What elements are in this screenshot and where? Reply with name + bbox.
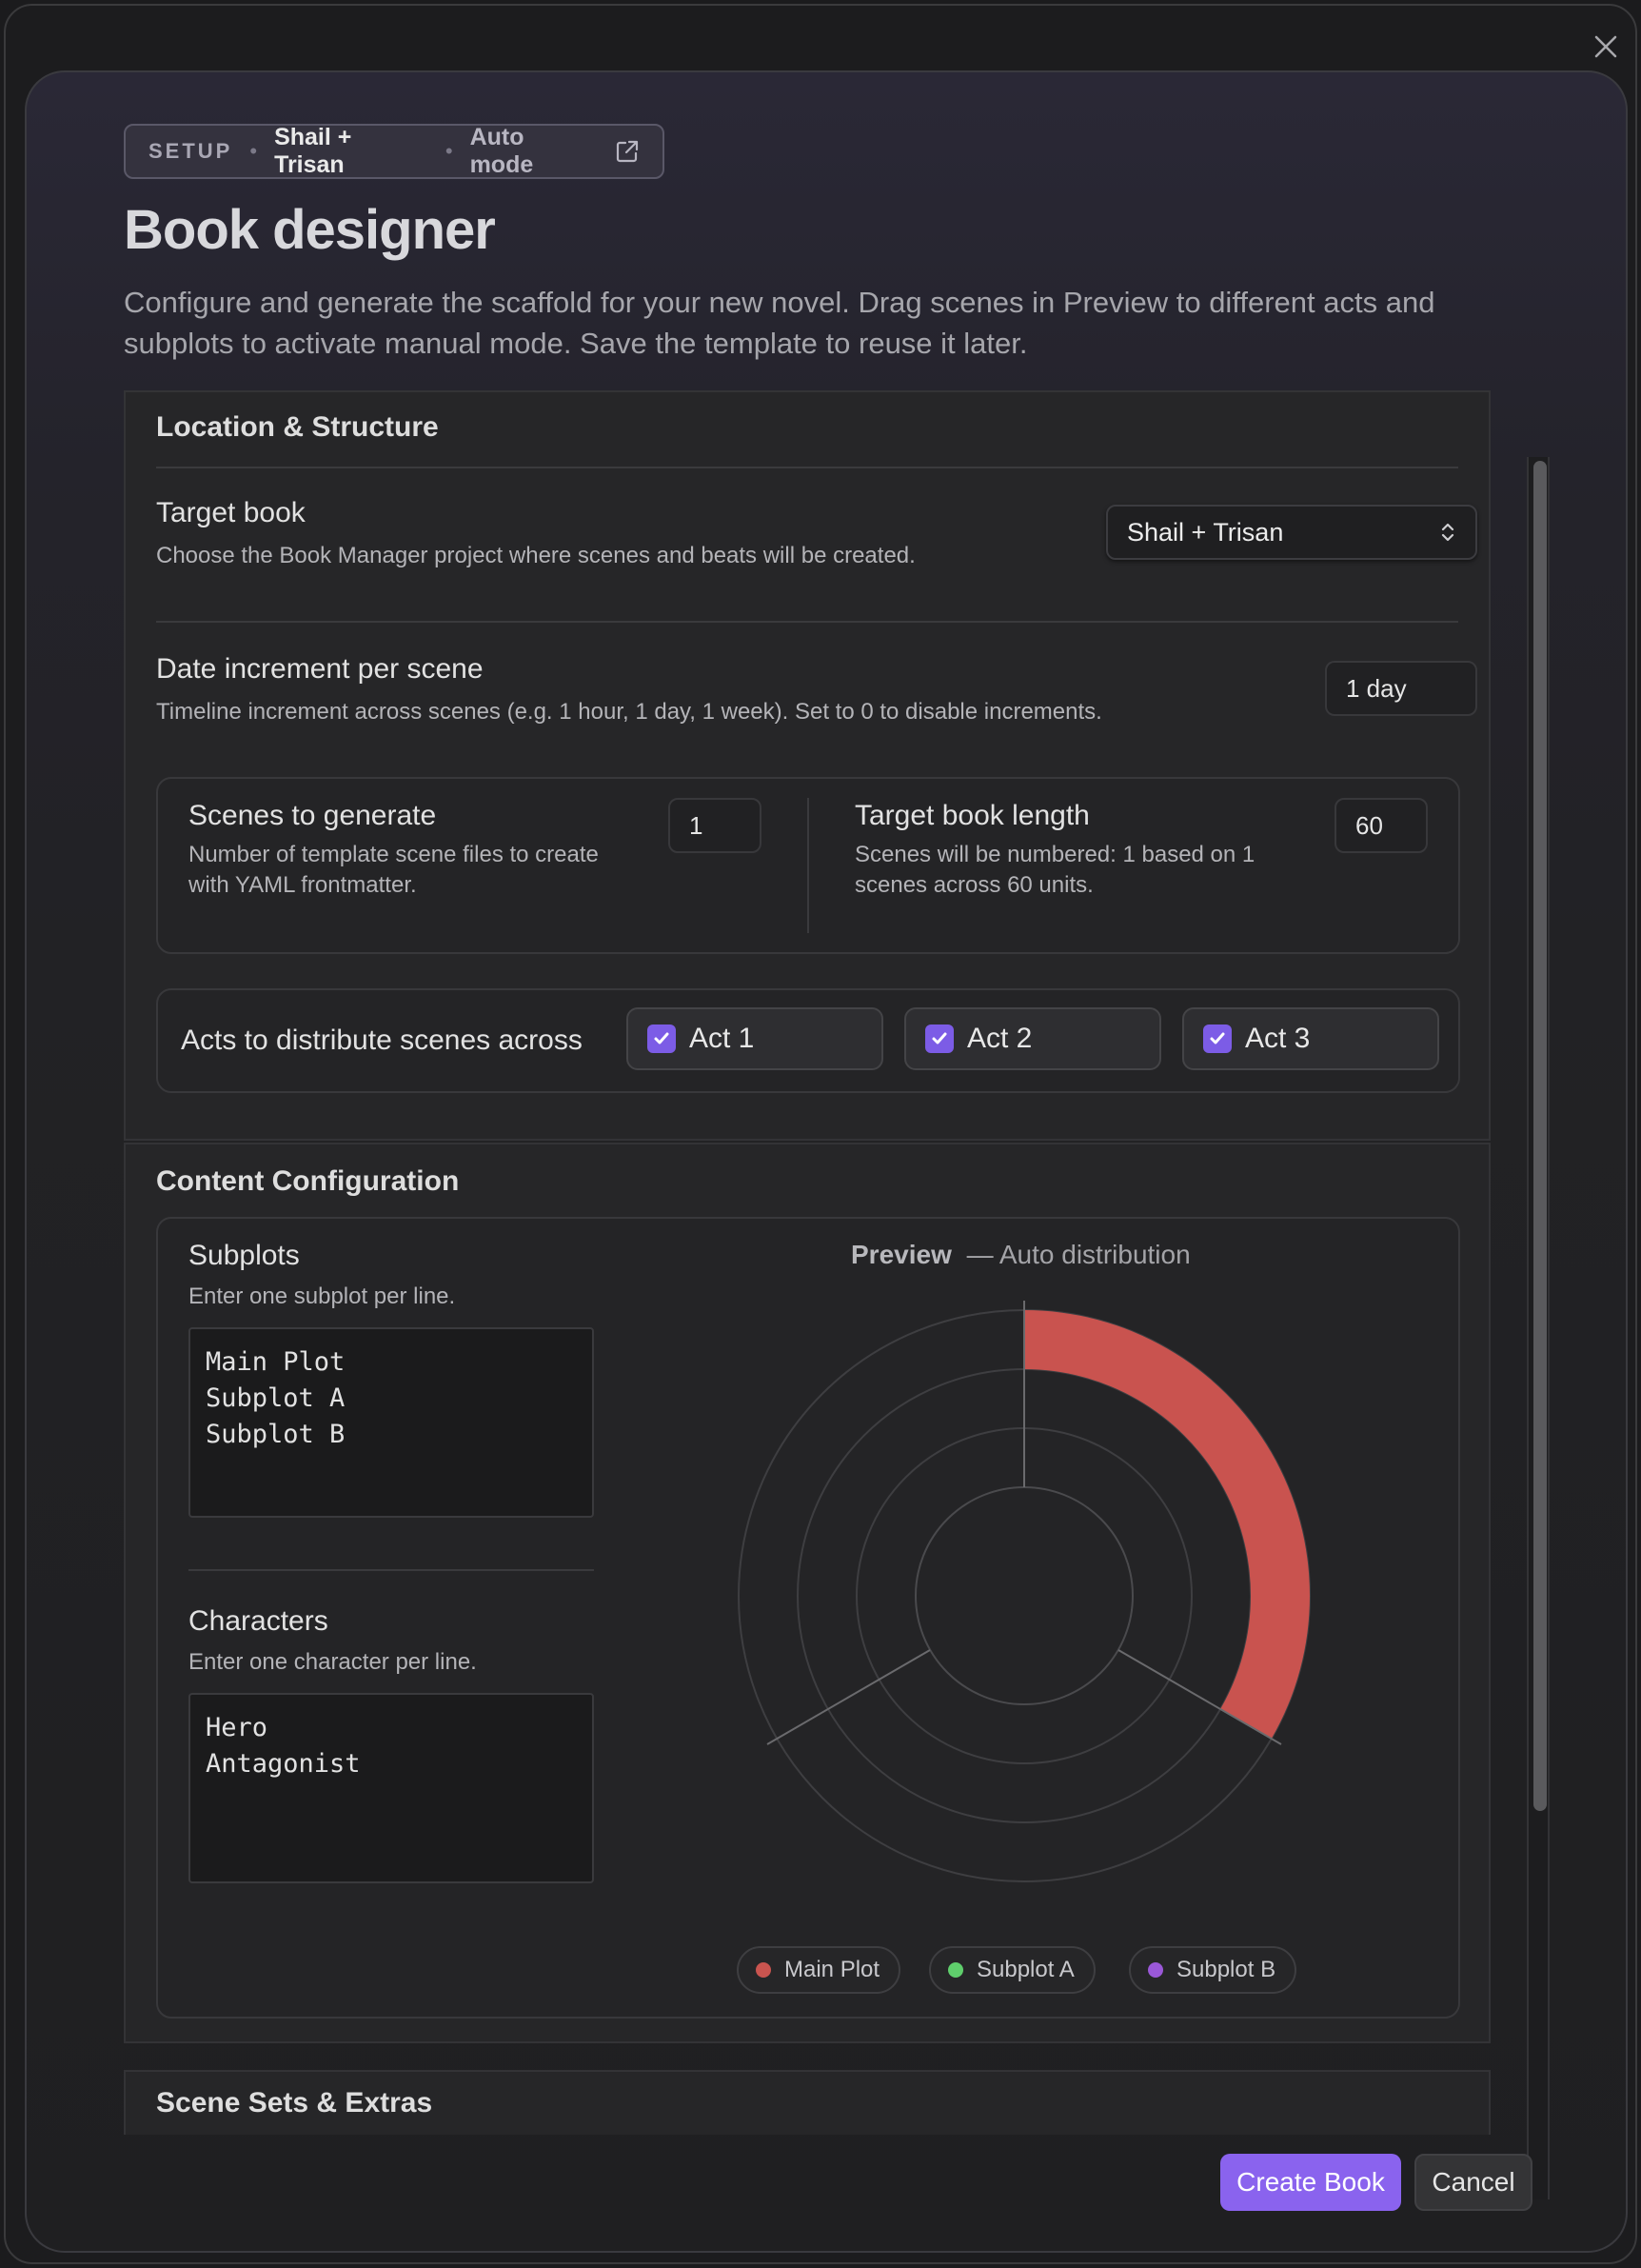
- chevron-updown-icon: [1441, 523, 1454, 542]
- scenes-to-generate-input[interactable]: 1: [668, 798, 761, 853]
- act-label: Act 1: [689, 1023, 755, 1054]
- legend-dot: [756, 1962, 771, 1978]
- act-label: Act 3: [1245, 1023, 1311, 1054]
- legend-dot: [1148, 1962, 1163, 1978]
- target-book-length-label: Target book length: [855, 800, 1090, 831]
- section-title: Scene Sets & Extras: [156, 2087, 433, 2119]
- section-title: Content Configuration: [156, 1165, 460, 1197]
- preview-radial-chart[interactable]: [729, 1301, 1319, 1891]
- settings-scroll-area[interactable]: Location & Structure Target book Choose …: [124, 390, 1532, 2135]
- preview-subtitle: — Auto distribution: [966, 1240, 1191, 1269]
- legend-label: Subplot B: [1176, 1957, 1276, 1982]
- legend-dot: [948, 1962, 963, 1978]
- act-label: Act 2: [967, 1023, 1033, 1054]
- date-increment-description: Timeline increment across scenes (e.g. 1…: [156, 699, 1102, 725]
- act-2-checkbox[interactable]: Act 2: [904, 1007, 1161, 1070]
- act-1-checkbox[interactable]: Act 1: [626, 1007, 883, 1070]
- acts-label: Acts to distribute scenes across: [181, 1025, 583, 1056]
- content-card: Subplots Enter one subplot per line. Mai…: [156, 1217, 1460, 2019]
- characters-textarea[interactable]: Hero Antagonist: [188, 1693, 594, 1883]
- scenes-to-generate-label: Scenes to generate: [188, 800, 437, 831]
- subplots-description: Enter one subplot per line.: [188, 1283, 456, 1309]
- divider: [156, 621, 1458, 623]
- app-window: SETUP • Shail + Trisan • Auto mode Book …: [4, 4, 1637, 2264]
- character-line: Hero: [206, 1713, 268, 1742]
- subplot-line: Main Plot: [206, 1347, 346, 1377]
- chart-ring-inner: [915, 1486, 1134, 1705]
- target-book-description: Choose the Book Manager project where sc…: [156, 543, 916, 568]
- preview-heading: Preview — Auto distribution: [851, 1240, 1191, 1270]
- scene-count-card: Scenes to generate Number of template sc…: [156, 777, 1460, 954]
- legend-label: Main Plot: [784, 1957, 880, 1982]
- content-configuration-section: Content Configuration Subplots Enter one…: [124, 1143, 1491, 2043]
- scene-sets-section: Scene Sets & Extras: [124, 2070, 1491, 2135]
- divider: [156, 467, 1458, 468]
- character-line: Antagonist: [206, 1749, 361, 1779]
- section-title: Location & Structure: [156, 411, 439, 443]
- separator-dot: •: [445, 139, 453, 163]
- page-title: Book designer: [124, 199, 496, 261]
- setup-breadcrumb: SETUP • Shail + Trisan • Auto mode: [124, 124, 664, 179]
- breadcrumb-mode: Auto mode: [469, 124, 534, 178]
- scrollbar-thumb[interactable]: [1533, 461, 1547, 1811]
- setup-label: SETUP: [148, 139, 233, 163]
- subplots-textarea[interactable]: Main Plot Subplot A Subplot B: [188, 1327, 594, 1518]
- subplots-label: Subplots: [188, 1240, 300, 1271]
- scenes-to-generate-description: Number of template scene files to create…: [188, 842, 599, 898]
- act-divider-line: [766, 1649, 931, 1745]
- characters-description: Enter one character per line.: [188, 1649, 477, 1675]
- characters-label: Characters: [188, 1605, 328, 1637]
- divider: [188, 1569, 594, 1571]
- act-3-checkbox[interactable]: Act 3: [1182, 1007, 1439, 1070]
- target-book-length-input[interactable]: 60: [1335, 798, 1428, 853]
- check-icon: [925, 1025, 954, 1053]
- legend-subplot-a: Subplot A: [929, 1946, 1096, 1994]
- separator-dot: •: [249, 139, 258, 163]
- scrollbar[interactable]: [1527, 457, 1550, 2199]
- book-designer-modal: SETUP • Shail + Trisan • Auto mode Book …: [25, 70, 1628, 2253]
- subplot-line: Subplot B: [206, 1420, 346, 1449]
- check-icon: [647, 1025, 676, 1053]
- location-structure-section: Location & Structure Target book Choose …: [124, 390, 1491, 1141]
- acts-card: Acts to distribute scenes across Act 1 A…: [156, 988, 1460, 1093]
- check-icon: [1203, 1025, 1232, 1053]
- breadcrumb-book-name: Shail + Trisan: [274, 124, 352, 178]
- target-book-label: Target book: [156, 497, 306, 528]
- date-increment-label: Date increment per scene: [156, 653, 484, 685]
- legend-label: Subplot A: [977, 1957, 1075, 1982]
- cancel-button[interactable]: Cancel: [1414, 2154, 1532, 2211]
- vertical-divider: [807, 798, 809, 933]
- date-increment-input[interactable]: 1 day: [1325, 661, 1477, 716]
- page-description: Configure and generate the scaffold for …: [124, 286, 1435, 360]
- external-link-icon[interactable]: [615, 139, 640, 164]
- subplot-line: Subplot A: [206, 1383, 346, 1413]
- preview-title: Preview: [851, 1240, 952, 1269]
- legend-main-plot: Main Plot: [737, 1946, 901, 1994]
- close-icon[interactable]: [1590, 30, 1622, 63]
- main-plot-scene-arc[interactable]: [1024, 1310, 1310, 1739]
- legend-subplot-b: Subplot B: [1129, 1946, 1297, 1994]
- target-book-select[interactable]: Shail + Trisan: [1106, 505, 1477, 560]
- target-book-selected: Shail + Trisan: [1127, 517, 1284, 547]
- target-book-length-description: Scenes will be numbered: 1 based on 1 sc…: [855, 842, 1255, 898]
- create-book-button[interactable]: Create Book: [1220, 2154, 1401, 2211]
